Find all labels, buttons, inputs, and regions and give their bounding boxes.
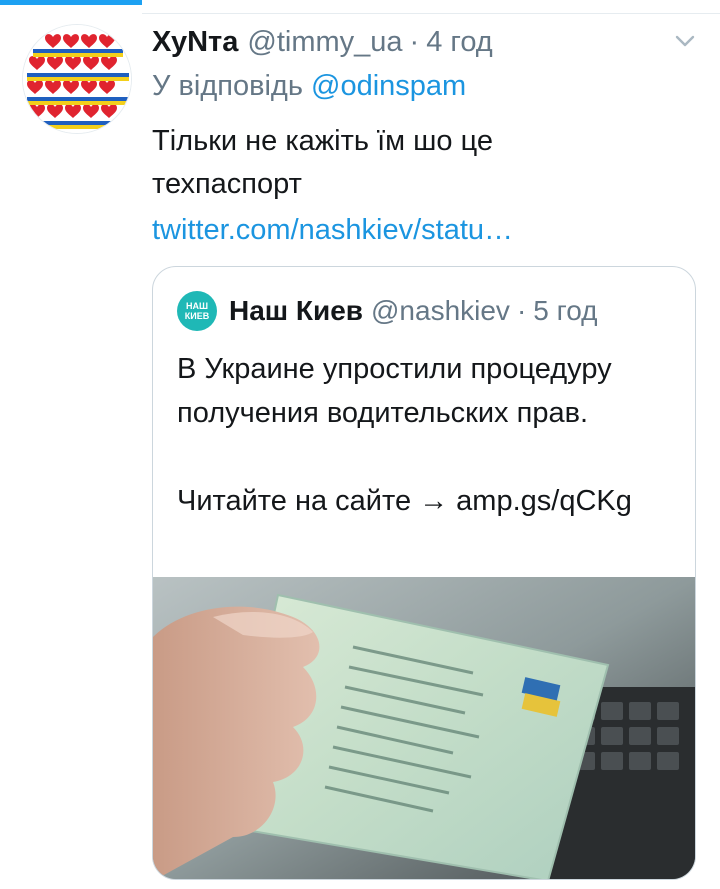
- quoted-tweet-timestamp[interactable]: 5 год: [533, 293, 597, 329]
- tweet-header: ХуNта @timmy_ua · 4 год: [152, 22, 700, 62]
- tweet-link[interactable]: twitter.com/nashkiev/statu…: [152, 210, 700, 250]
- quoted-author-avatar[interactable]: НАШ КИЕВ: [177, 291, 217, 331]
- tweet-text: Тільки не кажіть їм шо це техпаспорт: [152, 125, 493, 200]
- chevron-down-icon[interactable]: [674, 32, 696, 50]
- quoted-text-line-1: В Украине упростили процедуру получения …: [177, 353, 612, 429]
- quoted-author-handle[interactable]: @nashkiev: [371, 293, 510, 329]
- quoted-avatar-text-bottom: КИЕВ: [184, 311, 210, 321]
- quoted-separator-dot: ·: [516, 295, 527, 326]
- hearts-avatar-icon: [23, 25, 131, 133]
- reply-context: У відповідь @odinspam: [152, 66, 700, 106]
- quoted-tweet-text: В Украине упростили процедуру получения …: [177, 347, 677, 523]
- tweet-timestamp[interactable]: 4 год: [426, 22, 493, 62]
- registration-card-photo-icon: [153, 577, 695, 879]
- active-tab-indicator: [0, 0, 142, 5]
- quoted-tweet-photo[interactable]: [153, 577, 695, 879]
- tweet-content: ХуNта @timmy_ua · 4 год У відповідь @odi…: [152, 22, 700, 250]
- quoted-avatar-text-top: НАШ: [185, 301, 209, 311]
- author-name[interactable]: ХуNта: [152, 22, 238, 62]
- quoted-tweet-card[interactable]: НАШ КИЕВ Наш Киев @nashkiev · 5 год В Ук…: [152, 266, 696, 880]
- reply-prefix: У відповідь: [152, 70, 303, 102]
- author-avatar[interactable]: [22, 24, 132, 134]
- quoted-author-name[interactable]: Наш Киев: [229, 293, 363, 329]
- reply-mention-link[interactable]: @odinspam: [311, 70, 466, 102]
- author-handle[interactable]: @timmy_ua: [247, 22, 402, 62]
- top-divider: [142, 13, 720, 14]
- quoted-tweet-header: НАШ КИЕВ Наш Киев @nashkiev · 5 год: [177, 291, 598, 331]
- separator-dot: ·: [409, 26, 420, 58]
- quoted-text-line-2: Читайте на сайте → amp.gs/qCKg: [177, 485, 632, 517]
